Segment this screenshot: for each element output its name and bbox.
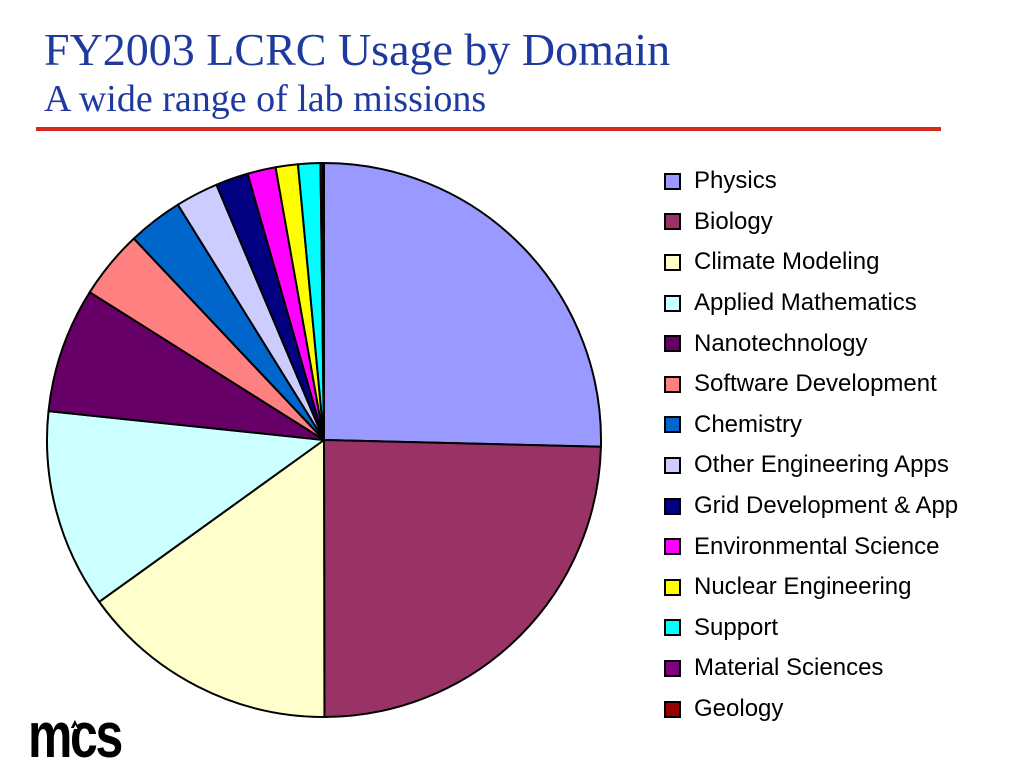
legend-label: Other Engineering Apps <box>694 451 949 479</box>
legend-item: Nanotechnology <box>664 323 958 364</box>
logo-text: mcs <box>28 699 123 768</box>
chart-legend: Physics Biology Climate Modeling Applied Ma… <box>664 161 958 729</box>
title-underline <box>36 127 941 131</box>
legend-swatch <box>664 172 681 190</box>
legend-swatch <box>664 456 681 474</box>
legend-label: Climate Modeling <box>694 248 880 276</box>
legend-item: Biology <box>664 202 958 243</box>
legend-swatch <box>664 659 681 677</box>
legend-item: Physics <box>664 161 958 202</box>
legend-label: Physics <box>694 167 777 195</box>
legend-item: Software Development <box>664 364 958 405</box>
legend-label: Nanotechnology <box>694 329 868 357</box>
legend-label: Grid Development & App <box>694 492 959 520</box>
legend-swatch <box>664 213 681 231</box>
legend-item: Material Sciences <box>664 648 958 689</box>
legend-label: Applied Mathematics <box>694 289 917 317</box>
legend-item: Nuclear Engineering <box>664 567 958 608</box>
legend-item: Environmental Science <box>664 526 958 567</box>
legend-item: Support <box>664 608 958 649</box>
legend-item: Grid Development & App <box>664 486 958 527</box>
legend-swatch <box>664 619 681 637</box>
legend-item: Other Engineering Apps <box>664 445 958 486</box>
legend-label: Environmental Science <box>694 532 940 560</box>
legend-swatch <box>664 416 681 434</box>
legend-label: Nuclear Engineering <box>694 573 912 601</box>
legend-swatch <box>664 700 681 718</box>
legend-swatch <box>664 538 681 556</box>
legend-label: Chemistry <box>694 410 803 438</box>
legend-label: Software Development <box>694 370 937 398</box>
logo-triangle-inner-icon: ▲ <box>72 723 79 731</box>
pie-slice <box>323 162 602 448</box>
slide-subtitle: A wide range of lab missions <box>44 78 487 120</box>
legend-item: Climate Modeling <box>664 242 958 283</box>
legend-label: Material Sciences <box>694 654 884 682</box>
legend-swatch <box>664 497 681 515</box>
legend-swatch <box>664 578 681 596</box>
pie-slice <box>323 439 602 718</box>
legend-item: Geology <box>664 689 958 730</box>
legend-swatch <box>664 253 681 271</box>
legend-swatch <box>664 375 681 393</box>
legend-label: Biology <box>694 207 773 235</box>
mcs-logo: mcs ▲ ▲ <box>28 703 178 767</box>
pie-chart <box>46 161 602 719</box>
legend-swatch <box>664 335 681 353</box>
legend-item: Chemistry <box>664 405 958 446</box>
slide-title: FY2003 LCRC Usage by Domain <box>44 24 671 75</box>
legend-label: Geology <box>694 695 784 723</box>
legend-swatch <box>664 294 681 312</box>
legend-label: Support <box>694 613 779 641</box>
pie-slice <box>322 161 325 441</box>
slide-canvas: FY2003 LCRC Usage by Domain A wide range… <box>0 0 1024 768</box>
legend-item: Applied Mathematics <box>664 283 958 324</box>
